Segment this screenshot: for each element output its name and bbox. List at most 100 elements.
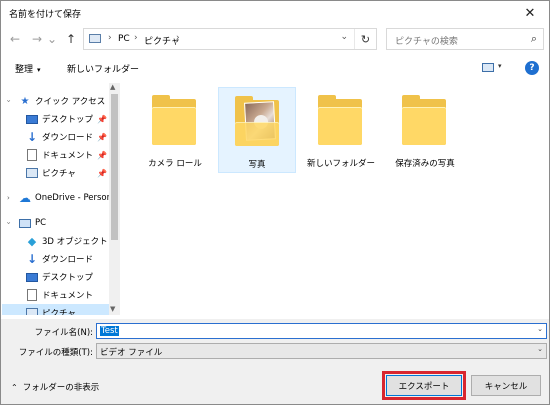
expand-chevron-icon[interactable]: › — [4, 222, 12, 225]
cube-icon: ◆ — [27, 234, 37, 248]
view-dropdown-icon[interactable]: ▾ — [498, 62, 502, 70]
forward-arrow-icon: → — [31, 32, 43, 46]
photo-folder-icon — [235, 96, 279, 146]
breadcrumb-separator-icon: › — [176, 33, 180, 43]
pictures-folder-icon — [89, 34, 101, 43]
view-options-icon[interactable] — [482, 63, 494, 72]
filename-input[interactable]: Test ⌄ — [96, 323, 547, 339]
desktop-icon — [26, 114, 38, 125]
expand-chevron-icon[interactable]: › — [4, 100, 12, 103]
nav-item-pc[interactable]: › PC — [2, 214, 110, 232]
star-icon: ★ — [20, 95, 30, 107]
dialog-footer: ⌃ フォルダーの非表示 エクスポート キャンセル — [1, 367, 549, 404]
hide-folders-label: フォルダーの非表示 — [22, 383, 100, 393]
organize-button[interactable]: 整理 ▾ — [15, 62, 41, 75]
computer-icon — [19, 218, 31, 229]
chevron-up-icon: ⌃ — [11, 382, 18, 392]
organize-label: 整理 — [15, 65, 34, 75]
hide-folders-toggle[interactable]: ⌃ フォルダーの非表示 — [11, 381, 100, 394]
folder-label: 保存済みの写真 — [395, 159, 455, 169]
folder-label: カメラ ロール — [148, 159, 202, 169]
chevron-down-icon[interactable]: ⌄ — [537, 345, 543, 353]
download-icon: ↓ — [26, 130, 38, 144]
nav-label: ドキュメント — [42, 151, 94, 161]
document-icon — [26, 149, 38, 161]
nav-item-desktop-pc[interactable]: デスクトップ — [2, 268, 110, 286]
nav-label: OneDrive - Persor — [35, 193, 111, 203]
command-bar: 整理 ▾ 新しいフォルダー ▾ ? — [1, 57, 549, 79]
folder-icon — [402, 95, 446, 145]
nav-item-onedrive[interactable]: › ☁ OneDrive - Persor — [2, 189, 110, 207]
breadcrumb-separator-icon: › — [108, 33, 112, 43]
pin-icon: 📌 — [97, 114, 107, 124]
nav-label: ドキュメント — [42, 291, 94, 301]
recent-locations-button[interactable]: ⌄ — [47, 31, 57, 47]
refresh-button[interactable]: ↻ — [354, 29, 376, 49]
nav-item-3d-objects[interactable]: ◆ 3D オブジェクト — [2, 232, 110, 250]
forward-button[interactable]: → — [29, 31, 45, 47]
filetype-select[interactable]: ビデオ ファイル ⌄ — [96, 343, 547, 359]
nav-item-documents[interactable]: ドキュメント 📌 — [2, 146, 110, 164]
nav-label: デスクトップ — [42, 273, 94, 283]
folder-item-selected[interactable]: 写真 — [218, 87, 296, 173]
scroll-down-icon[interactable]: ▼ — [110, 305, 115, 313]
cancel-button[interactable]: キャンセル — [471, 375, 541, 396]
filename-value: Test — [100, 326, 119, 336]
pin-icon: 📌 — [97, 168, 107, 178]
nav-item-pictures-pc[interactable]: ピクチャ — [2, 304, 110, 315]
nav-label: 3D オブジェクト — [42, 237, 108, 247]
folder-item[interactable]: カメラ ロール — [136, 87, 214, 173]
breadcrumb-separator-icon: › — [134, 33, 138, 43]
title-bar: 名前を付けて保存 ✕ — [1, 1, 549, 25]
breadcrumb-pc[interactable]: PC — [118, 34, 130, 44]
nav-label: ダウンロード — [42, 133, 94, 143]
document-icon — [26, 289, 38, 301]
nav-label: ピクチャ — [42, 169, 76, 179]
search-placeholder: ピクチャの検索 — [395, 37, 458, 47]
refresh-icon: ↻ — [360, 32, 371, 46]
scroll-up-icon[interactable]: ▲ — [110, 83, 115, 91]
address-dropdown-icon[interactable]: ⌄ — [340, 32, 348, 42]
search-input[interactable]: ピクチャの検索 ⌕ — [386, 28, 544, 50]
nav-label: デスクトップ — [42, 115, 94, 125]
navigation-pane: › ★ クイック アクセス デスクトップ 📌 ↓ ダウンロード 📌 ドキュメント… — [2, 83, 121, 315]
breadcrumb-pictures[interactable]: ピクチャ — [144, 34, 180, 47]
close-button[interactable]: ✕ — [515, 3, 545, 23]
new-folder-button[interactable]: 新しいフォルダー — [67, 62, 139, 75]
pin-icon: 📌 — [97, 150, 107, 160]
filetype-label: ファイルの種類(T): — [18, 348, 93, 358]
folder-label: 新しいフォルダー — [306, 159, 375, 169]
search-icon: ⌕ — [530, 32, 537, 45]
address-bar[interactable]: › PC › ピクチャ › ⌄ ↻ — [83, 28, 377, 50]
filetype-value: ビデオ ファイル — [100, 348, 163, 358]
nav-item-documents-pc[interactable]: ドキュメント — [2, 286, 110, 304]
nav-scrollbar-thumb[interactable] — [111, 94, 118, 240]
chevron-down-icon[interactable]: ⌄ — [537, 325, 543, 333]
nav-item-desktop[interactable]: デスクトップ 📌 — [2, 110, 110, 128]
cloud-icon: ☁ — [19, 191, 31, 205]
close-icon: ✕ — [524, 5, 536, 21]
nav-item-downloads-pc[interactable]: ↓ ダウンロード — [2, 250, 110, 268]
back-arrow-icon: ← — [9, 32, 21, 46]
folder-icon — [152, 95, 196, 145]
folder-label: 写真 — [248, 160, 266, 170]
pictures-icon — [26, 168, 38, 179]
download-icon: ↓ — [26, 252, 38, 266]
export-button[interactable]: エクスポート — [382, 371, 466, 400]
folder-item[interactable]: 新しいフォルダー — [302, 87, 380, 173]
expand-chevron-icon[interactable]: › — [7, 194, 10, 202]
nav-label: ダウンロード — [42, 255, 94, 265]
chevron-down-icon: ⌄ — [46, 32, 58, 46]
up-button[interactable]: ↑ — [63, 31, 79, 47]
pin-icon: 📌 — [97, 132, 107, 142]
back-button[interactable]: ← — [7, 31, 23, 47]
nav-item-quick-access[interactable]: › ★ クイック アクセス — [2, 92, 110, 110]
filename-label: ファイル名(N): — [34, 328, 93, 338]
nav-item-pictures[interactable]: ピクチャ 📌 — [2, 164, 110, 182]
folder-item[interactable]: 保存済みの写真 — [386, 87, 464, 173]
pictures-icon — [26, 308, 38, 315]
nav-item-downloads[interactable]: ↓ ダウンロード 📌 — [2, 128, 110, 146]
desktop-icon — [26, 272, 38, 283]
up-arrow-icon: ↑ — [65, 32, 77, 46]
help-icon[interactable]: ? — [525, 61, 539, 75]
